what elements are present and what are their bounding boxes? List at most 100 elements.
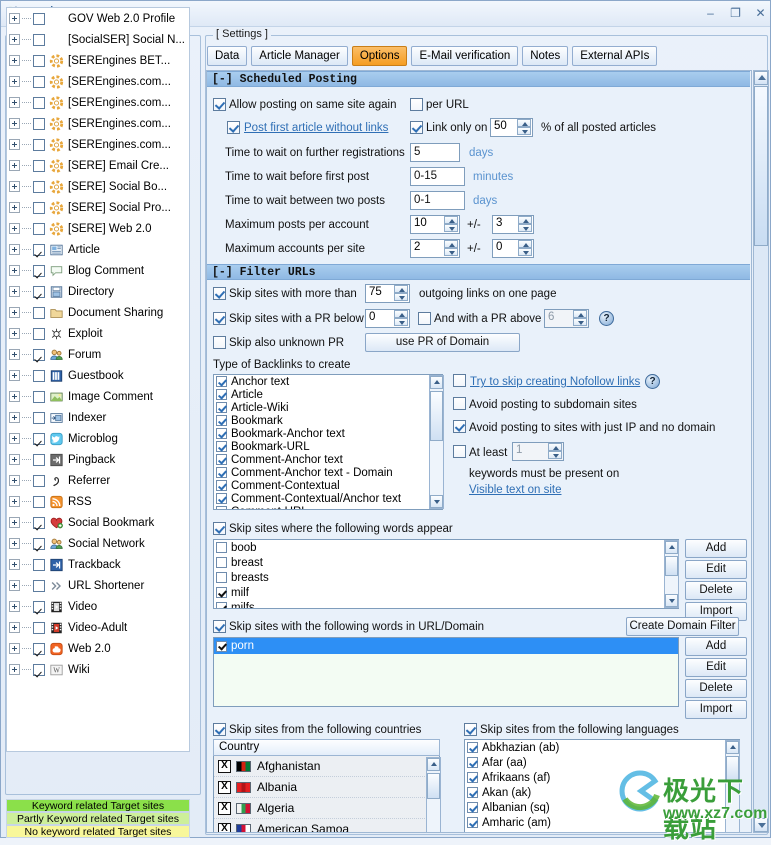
tree-item-checkbox[interactable] <box>33 54 45 67</box>
country-list[interactable]: X Afghanistan X Albania X Algeria X American Sa… <box>213 756 440 832</box>
scroll-up-icon[interactable] <box>665 541 678 554</box>
post-first-article-checkbox[interactable] <box>227 121 240 134</box>
expand-icon[interactable] <box>9 265 20 276</box>
expand-icon[interactable] <box>9 181 20 192</box>
create-domain-filter-button[interactable]: Create Domain Filter <box>626 617 739 636</box>
link-only-percent-spinner[interactable]: 50 <box>490 118 533 137</box>
spinner-up-icon[interactable] <box>518 216 532 224</box>
tree-item[interactable]: [SERE] Social Bo... <box>7 176 189 197</box>
expand-icon[interactable] <box>9 454 20 465</box>
tree-item[interactable]: Guestbook <box>7 365 189 386</box>
expand-icon[interactable] <box>9 517 20 528</box>
list-item-checkbox[interactable] <box>216 428 227 439</box>
list-item[interactable]: Comment-Anchor text <box>214 453 442 466</box>
tree-item-checkbox[interactable] <box>33 411 45 424</box>
list-item[interactable]: Article <box>214 388 442 401</box>
tree-item[interactable]: GOV Web 2.0 Profile <box>7 8 189 29</box>
tree-item-checkbox[interactable] <box>33 222 45 235</box>
max-accounts-spinner[interactable]: 2 <box>410 239 460 258</box>
expand-icon[interactable] <box>9 202 20 213</box>
list-item-checkbox[interactable] <box>467 832 478 833</box>
filter-urls-header[interactable]: [-] Filter URLs <box>207 264 750 280</box>
tree-item[interactable]: [SocialSER] Social N... <box>7 29 189 50</box>
country-exclude-checkbox[interactable]: X <box>218 780 231 794</box>
tree-item-checkbox[interactable] <box>33 264 45 277</box>
expand-icon[interactable] <box>9 223 20 234</box>
scrollbar-thumb[interactable] <box>430 391 443 441</box>
avoid-subdomain-checkbox[interactable] <box>453 397 466 410</box>
use-pr-of-domain-button[interactable]: use PR of Domain <box>365 333 520 352</box>
country-row[interactable]: X Albania <box>214 777 439 798</box>
per-url-checkbox[interactable] <box>410 98 423 111</box>
skip-pr-below-spinner[interactable]: 0 <box>365 309 410 328</box>
and-pr-above-checkbox[interactable] <box>418 312 431 325</box>
list-item-checkbox[interactable] <box>216 587 227 598</box>
expand-icon[interactable] <box>9 139 20 150</box>
skip-words-add-button[interactable]: Add <box>685 539 747 558</box>
expand-icon[interactable] <box>9 475 20 486</box>
list-item[interactable]: Akan (ak) <box>465 785 739 800</box>
wait-registrations-input[interactable]: 5 <box>410 143 460 162</box>
skip-url-words-delete-button[interactable]: Delete <box>685 679 747 698</box>
list-item[interactable]: porn <box>214 638 678 654</box>
skip-words-delete-button[interactable]: Delete <box>685 581 747 600</box>
tree-item[interactable]: [SEREngines.com... <box>7 92 189 113</box>
list-item-checkbox[interactable] <box>216 640 227 652</box>
tree-item[interactable]: [SEREngines BET... <box>7 50 189 71</box>
scroll-up-icon[interactable] <box>754 71 768 85</box>
country-row[interactable]: X Afghanistan <box>214 756 439 777</box>
tree-item-checkbox[interactable] <box>33 390 45 403</box>
tree-item[interactable]: [SEREngines.com... <box>7 134 189 155</box>
expand-icon[interactable] <box>9 118 20 129</box>
language-scrollbar[interactable] <box>725 740 740 832</box>
tree-item[interactable]: Social Bookmark <box>7 512 189 533</box>
tree-item[interactable]: Microblog <box>7 428 189 449</box>
list-item-checkbox[interactable] <box>216 557 227 568</box>
list-item-checkbox[interactable] <box>467 817 478 828</box>
tree-item[interactable]: [SEREngines.com... <box>7 113 189 134</box>
list-item-checkbox[interactable] <box>216 480 227 491</box>
expand-icon[interactable] <box>9 643 20 654</box>
expand-icon[interactable] <box>9 349 20 360</box>
list-item[interactable]: Albanian (sq) <box>465 800 739 815</box>
tree-item-checkbox[interactable] <box>33 117 45 130</box>
tree-item-checkbox[interactable] <box>33 180 45 193</box>
tree-item[interactable]: [SEREngines.com... <box>7 71 189 92</box>
tree-item-checkbox[interactable] <box>33 621 45 634</box>
expand-icon[interactable] <box>9 433 20 444</box>
settings-tabs[interactable]: Data Article Manager Options E-Mail verific… <box>207 46 658 66</box>
tree-item[interactable]: Indexer <box>7 407 189 428</box>
tree-item-checkbox[interactable] <box>33 600 45 613</box>
skip-countries-checkbox[interactable] <box>213 723 226 736</box>
engine-tree[interactable]: GOV Web 2.0 Profile [SocialSER] Social N.… <box>6 7 190 752</box>
expand-icon[interactable] <box>9 391 20 402</box>
list-item-checkbox[interactable] <box>467 772 478 783</box>
tree-item[interactable]: URL Shortener <box>7 575 189 596</box>
tree-item-checkbox[interactable] <box>33 663 45 676</box>
scrollbar-thumb[interactable] <box>726 756 739 782</box>
list-item-checkbox[interactable] <box>216 376 227 387</box>
tree-item[interactable]: Article <box>7 239 189 260</box>
spinner-down-icon[interactable] <box>518 224 532 232</box>
scroll-down-icon[interactable] <box>430 495 443 508</box>
tree-item[interactable]: Directory <box>7 281 189 302</box>
expand-icon[interactable] <box>9 286 20 297</box>
tree-item-checkbox[interactable] <box>33 327 45 340</box>
spinner-down-icon[interactable] <box>573 318 587 326</box>
spinner-up-icon[interactable] <box>517 119 531 127</box>
spinner-up-icon[interactable] <box>444 240 458 248</box>
list-item-checkbox[interactable] <box>467 757 478 768</box>
tree-item[interactable]: Referrer <box>7 470 189 491</box>
tree-item-checkbox[interactable] <box>33 285 45 298</box>
country-scrollbar[interactable] <box>426 757 441 832</box>
tree-item-checkbox[interactable] <box>33 453 45 466</box>
tree-item-checkbox[interactable] <box>33 642 45 655</box>
and-pr-above-spinner[interactable]: 6 <box>544 309 589 328</box>
list-item[interactable]: Amharic (am) <box>465 815 739 830</box>
tree-item-checkbox[interactable] <box>33 75 45 88</box>
tree-item[interactable]: Forum <box>7 344 189 365</box>
spinner-up-icon[interactable] <box>518 240 532 248</box>
expand-icon[interactable] <box>9 370 20 381</box>
tree-item-checkbox[interactable] <box>33 579 45 592</box>
spinner-down-icon[interactable] <box>518 248 532 256</box>
